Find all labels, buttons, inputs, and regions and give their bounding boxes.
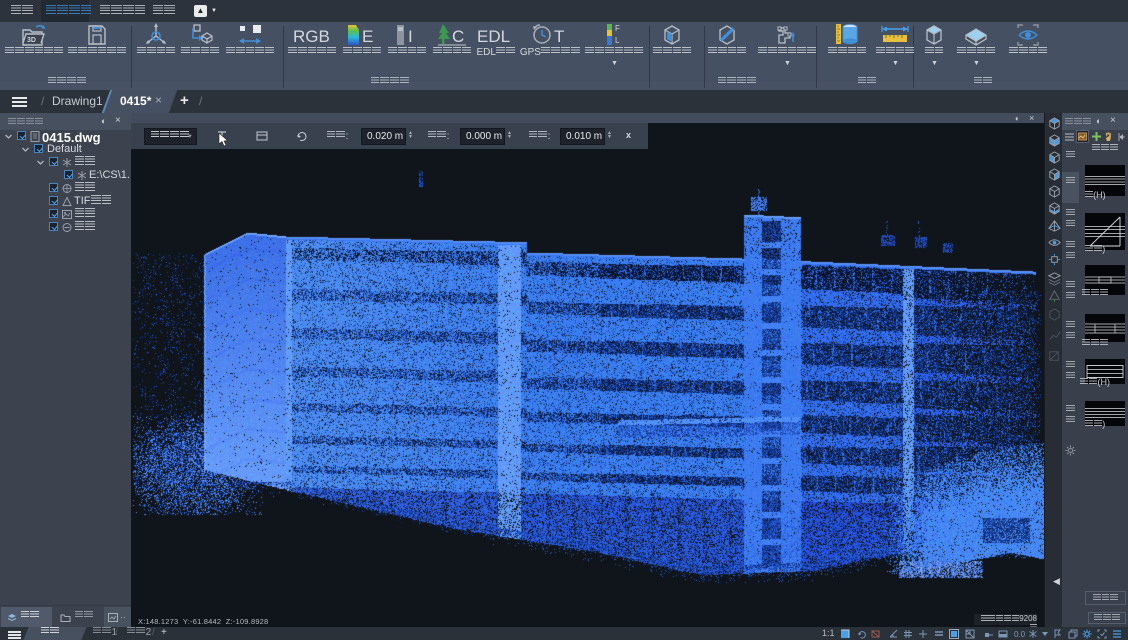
svg-text:L: L bbox=[615, 36, 620, 45]
svg-text:0.0: 0.0 bbox=[1014, 630, 1026, 639]
svg-text:3D: 3D bbox=[27, 37, 36, 44]
svg-text:T: T bbox=[554, 27, 564, 46]
svg-text:F: F bbox=[615, 24, 620, 33]
